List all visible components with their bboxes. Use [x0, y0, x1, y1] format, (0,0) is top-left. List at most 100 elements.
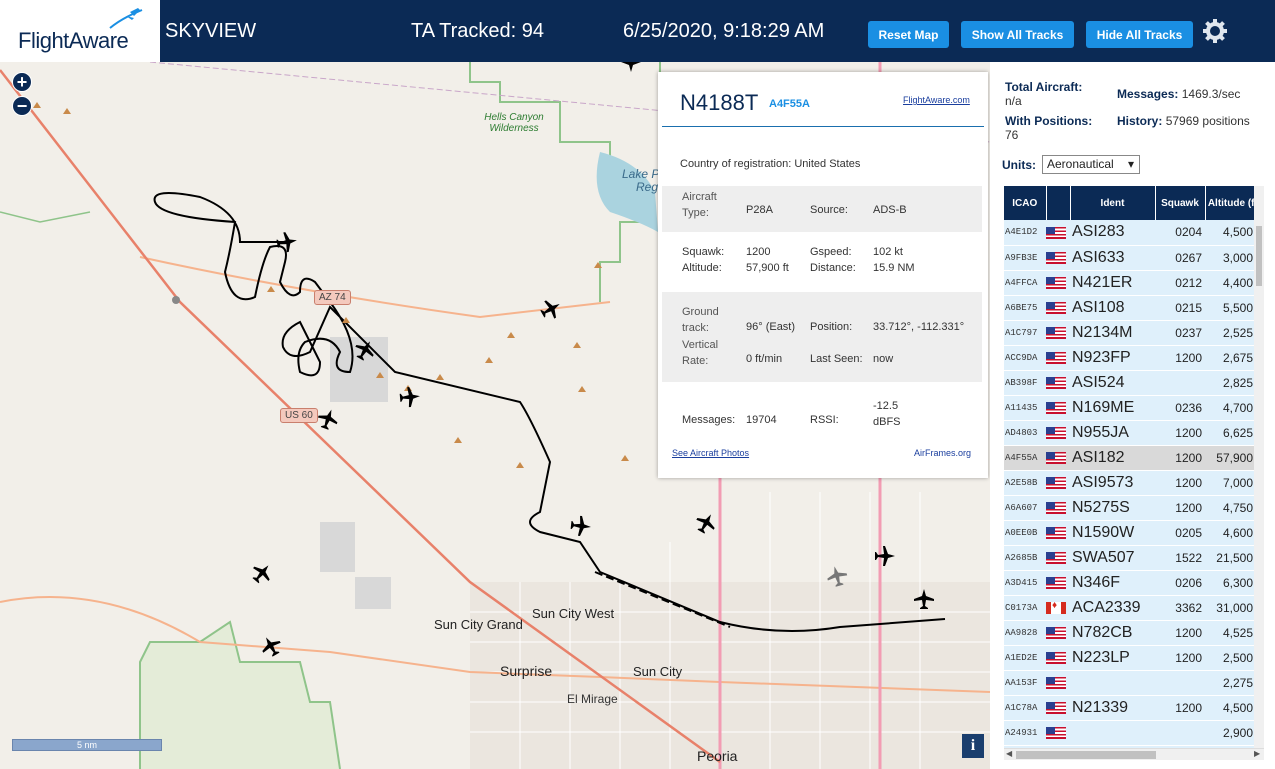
row-flag	[1046, 220, 1070, 246]
us-flag-icon	[1046, 477, 1066, 490]
altitude-value: 31,000	[1216, 600, 1253, 615]
row-ident: N421ER	[1070, 270, 1155, 296]
row-squawk: 1200	[1155, 695, 1205, 721]
track-label: Ground track:	[682, 306, 719, 334]
vertical-scrollbar[interactable]	[1254, 186, 1264, 758]
table-row[interactable]: A6BE75 ASI108 0215 5,500	[1004, 295, 1264, 321]
row-squawk: 0237	[1155, 320, 1205, 346]
row-squawk: 0205	[1155, 520, 1205, 546]
table-row[interactable]: A249312,900▲	[1004, 720, 1264, 746]
position-label: Position:	[810, 321, 853, 333]
units-select[interactable]: Aeronautical	[1042, 155, 1140, 174]
altitude-value: 2,675	[1222, 350, 1253, 365]
table-row[interactable]: C0173A ACA23393362 31,000	[1004, 595, 1264, 621]
altitude-value: 4,525	[1222, 625, 1253, 640]
hide-all-tracks-button[interactable]: Hide All Tracks	[1086, 21, 1193, 48]
scroll-right-arrow[interactable]: ▶	[1254, 749, 1260, 758]
map-label-lake-2: Reg	[636, 180, 659, 194]
row-squawk	[1155, 370, 1205, 396]
country-value: United States	[794, 158, 861, 170]
table-row[interactable]: A0EE0BN1590W02054,600▼	[1004, 520, 1264, 546]
row-flag	[1046, 445, 1070, 471]
history-label: History:	[1117, 114, 1163, 128]
aircraft-photos-link[interactable]: See Aircraft Photos	[672, 448, 749, 458]
map-label-sun-city: Sun City	[633, 664, 683, 679]
messages-rate-value: 1469.3/sec	[1181, 87, 1241, 101]
column-header-flag[interactable]	[1046, 186, 1071, 220]
with-positions-value: 76	[1005, 128, 1019, 142]
table-row[interactable]: A1C797N2134M02372,525▼	[1004, 320, 1264, 346]
row-ident: ASI283	[1070, 220, 1155, 246]
us-flag-icon	[1046, 277, 1066, 290]
column-header-icao[interactable]: ICAO	[1004, 186, 1047, 220]
vertical-scroll-thumb[interactable]	[1256, 226, 1262, 286]
row-flag	[1046, 620, 1070, 646]
row-flag	[1046, 670, 1070, 696]
row-squawk: 1200	[1155, 470, 1205, 496]
table-row[interactable]: A2685BSWA507152221,500▲	[1004, 545, 1264, 571]
table-row[interactable]: A4E1D2 ASI283 0204 4,500	[1004, 220, 1264, 246]
table-row[interactable]: AB398FASI5242,825▲	[1004, 370, 1264, 396]
messages-stat: Messages: 1469.3/sec	[1117, 87, 1275, 101]
flightaware-link[interactable]: FlightAware.com	[903, 95, 970, 105]
column-header-ident[interactable]: Ident	[1070, 186, 1156, 220]
vrate-label: Vertical Rate:	[682, 339, 719, 367]
current-datetime: 6/25/2020, 9:18:29 AM	[623, 20, 825, 42]
row-flag	[1046, 370, 1070, 396]
us-flag-icon	[1046, 727, 1066, 740]
popup-icao: A4F55A	[769, 98, 810, 110]
table-row[interactable]: A2E58BASI957312007,000▲	[1004, 470, 1264, 496]
zoom-in-button[interactable]: +	[12, 72, 32, 92]
row-ident: N923FP	[1070, 345, 1155, 371]
gspeed-value: 102 kt	[873, 246, 903, 258]
scroll-left-arrow[interactable]: ◀	[1006, 749, 1012, 758]
horizontal-scrollbar[interactable]: ◀ ▶	[1004, 748, 1264, 760]
row-ident: N955JA	[1070, 420, 1155, 446]
zoom-out-button[interactable]: −	[12, 96, 32, 116]
table-row[interactable]: AA9828N782CB12004,525▼	[1004, 620, 1264, 646]
us-flag-icon	[1046, 427, 1066, 440]
units-label: Units:	[1002, 158, 1036, 172]
table-row[interactable]: AD4803 N955JA 1200 6,625	[1004, 420, 1264, 446]
airframes-link[interactable]: AirFrames.org	[914, 448, 971, 458]
popup-block-track: Ground track: 96° (East) Position: 33.71…	[662, 292, 982, 382]
info-icon[interactable]: i	[962, 734, 984, 758]
row-flag	[1046, 320, 1070, 346]
row-icao: A9FB3E	[1004, 245, 1046, 271]
country-label: Country of registration:	[680, 158, 792, 170]
gear-icon[interactable]	[1202, 18, 1228, 44]
row-ident	[1070, 670, 1155, 696]
altitude-value: 2,825	[1222, 375, 1253, 390]
us-flag-icon	[1046, 577, 1066, 590]
table-row[interactable]: A11435N169ME02364,700▼	[1004, 395, 1264, 421]
row-icao: A4F55A	[1004, 445, 1046, 471]
table-row[interactable]: A4F55A ASI182 1200 57,900	[1004, 445, 1264, 471]
us-flag-icon	[1046, 327, 1066, 340]
row-flag	[1046, 345, 1070, 371]
horizontal-scroll-thumb[interactable]	[1016, 751, 1156, 759]
table-row[interactable]: A4FFCA N421ER 0212 4,400	[1004, 270, 1264, 296]
us-flag-icon	[1046, 627, 1066, 640]
with-positions-label: With Positions:	[1005, 114, 1093, 128]
table-row[interactable]: AA153F2,275▼	[1004, 670, 1264, 696]
show-all-tracks-button[interactable]: Show All Tracks	[961, 21, 1074, 48]
row-icao: ACC9DA	[1004, 345, 1046, 371]
table-row[interactable]: A3D415N346F02066,300▲	[1004, 570, 1264, 596]
altitude-value: 7,000	[1222, 475, 1253, 490]
table-row[interactable]: ACC9DAN923FP12002,675▼	[1004, 345, 1264, 371]
flightaware-logo[interactable]: FlightAware	[0, 0, 160, 62]
row-squawk: 1200	[1155, 495, 1205, 521]
row-ident: ASI524	[1070, 370, 1155, 396]
table-row[interactable]: A9FB3EASI63302673,000▲	[1004, 245, 1264, 271]
table-row[interactable]: A1C78AN2133912004,500▲	[1004, 695, 1264, 721]
messages-value: 19704	[746, 414, 777, 426]
column-header-squawk[interactable]: Squawk	[1155, 186, 1206, 220]
row-ident: N2134M	[1070, 320, 1155, 346]
map-label-sun-city-grand: Sun City Grand	[434, 617, 523, 632]
reset-map-button[interactable]: Reset Map	[868, 21, 949, 48]
table-row[interactable]: A6A607N5275S12004,750▲	[1004, 495, 1264, 521]
row-icao: A0EE0B	[1004, 520, 1046, 546]
altitude-value: 6,625	[1222, 425, 1253, 440]
table-row[interactable]: A1ED2EN223LP12002,500▼	[1004, 645, 1264, 671]
row-icao: AA9828	[1004, 620, 1046, 646]
